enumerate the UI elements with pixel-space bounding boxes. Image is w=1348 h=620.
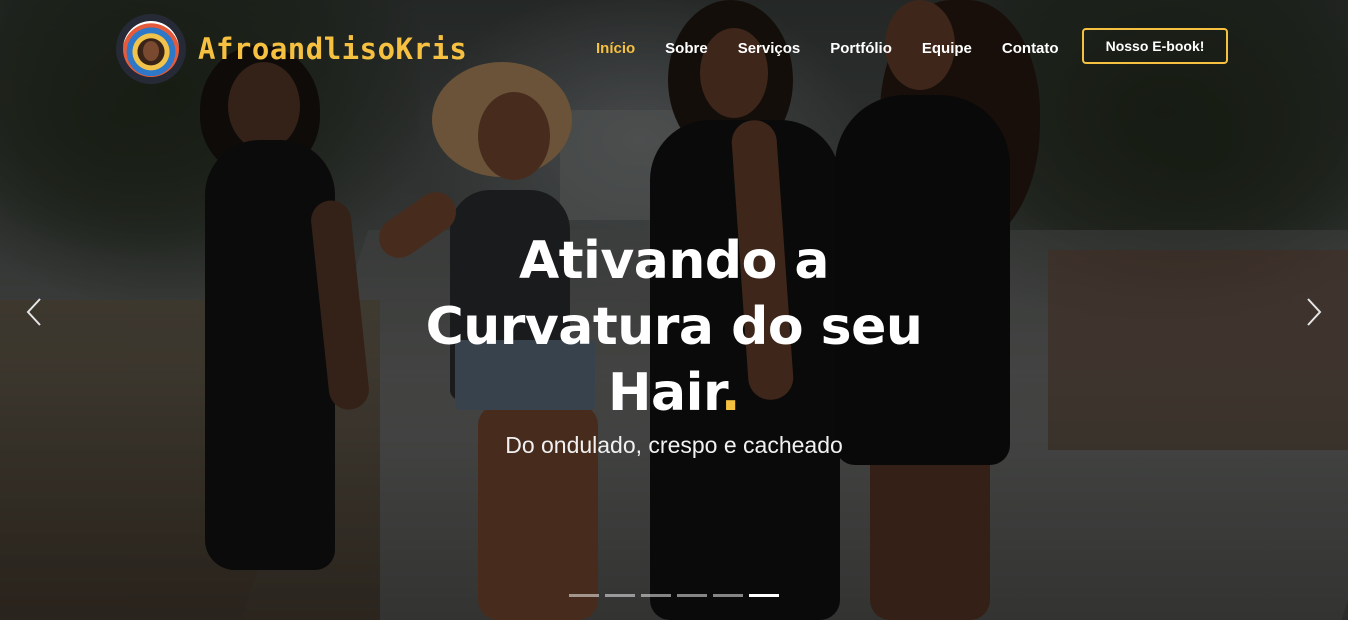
carousel-indicator-5[interactable] — [713, 594, 743, 597]
chevron-right-icon — [1307, 298, 1322, 326]
site-header: AfroandlisoKris Início Sobre Serviços Po… — [0, 0, 1348, 96]
brand-logo-link[interactable]: AfroandlisoKris — [116, 14, 467, 84]
avatar-image — [123, 21, 179, 77]
hero-title-line-2: Curvatura do seu — [425, 297, 923, 357]
carousel-next-button[interactable] — [1294, 292, 1334, 332]
hero-subtitle: Do ondulado, crespo e cacheado — [505, 432, 843, 458]
profile-avatar-icon — [116, 14, 186, 84]
nav-item-portfolio[interactable]: Portfólio — [830, 40, 892, 57]
nav-item-servicos[interactable]: Serviços — [738, 40, 801, 57]
hero-title-line-1: Ativando a — [518, 231, 830, 291]
hero-title-word: Hair — [608, 363, 721, 423]
carousel-indicator-1[interactable] — [569, 594, 599, 597]
nav-item-contato[interactable]: Contato — [1002, 40, 1059, 57]
carousel-indicators — [569, 594, 785, 597]
main-navigation: Início Sobre Serviços Portfólio Equipe C… — [580, 28, 1073, 68]
ebook-button[interactable]: Nosso E-book! — [1082, 28, 1228, 64]
nav-item-sobre[interactable]: Sobre — [665, 40, 708, 57]
carousel-prev-button[interactable] — [14, 292, 54, 332]
carousel-indicator-3[interactable] — [641, 594, 671, 597]
hero-title-dot: . — [720, 363, 741, 423]
chevron-left-icon — [26, 298, 41, 326]
nav-item-equipe[interactable]: Equipe — [922, 40, 972, 57]
hero-content: Ativando a Curvatura do seu Hair. Do ond… — [300, 228, 1048, 459]
avatar-face — [143, 41, 159, 61]
carousel-indicator-2[interactable] — [605, 594, 635, 597]
brand-name: AfroandlisoKris — [198, 32, 468, 66]
hero-title: Ativando a Curvatura do seu Hair. — [300, 228, 1048, 426]
carousel-indicator-6[interactable] — [749, 594, 779, 597]
nav-item-inicio[interactable]: Início — [596, 40, 635, 57]
hero-title-line-3: Hair. — [300, 360, 1048, 426]
carousel-indicator-4[interactable] — [677, 594, 707, 597]
